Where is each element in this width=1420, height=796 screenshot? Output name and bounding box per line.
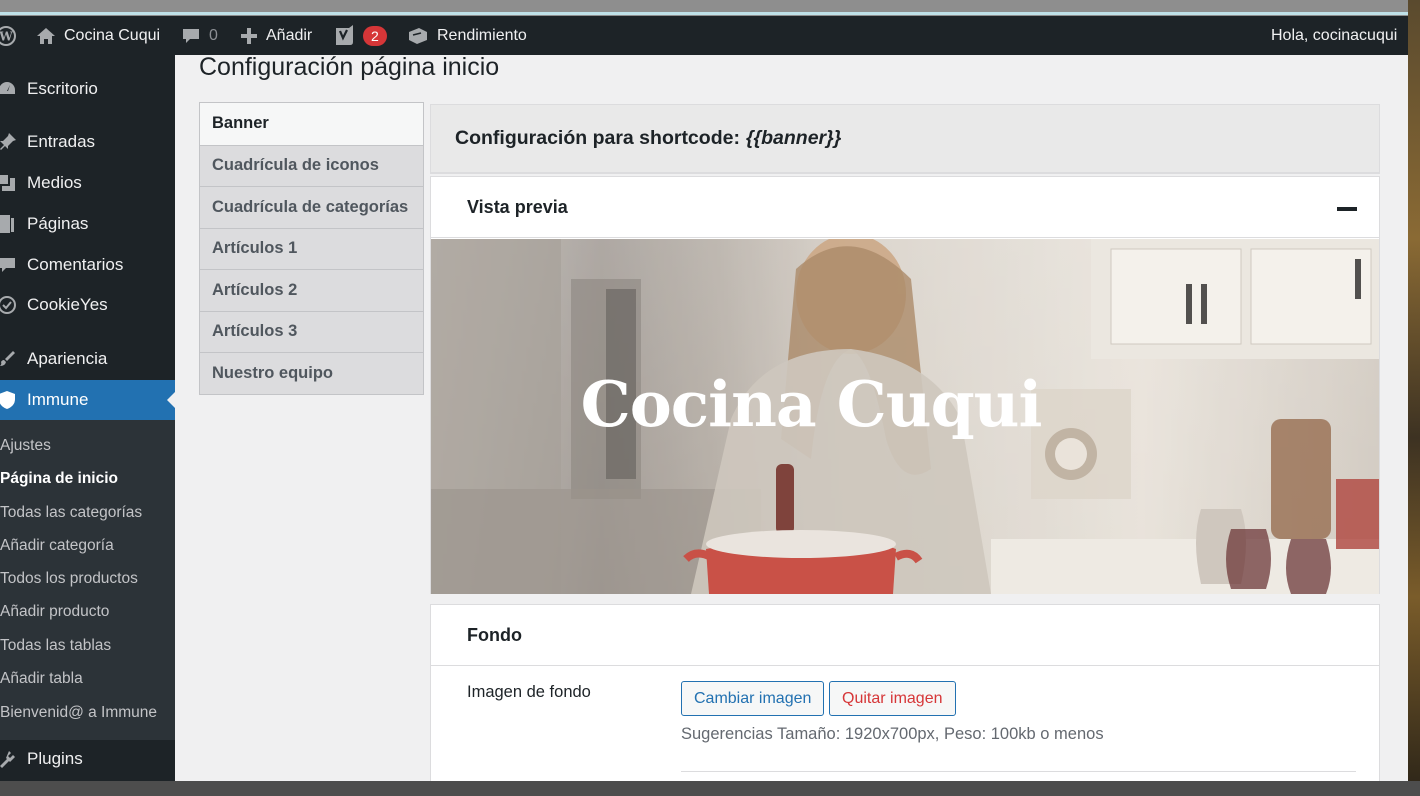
submenu-bienvenida[interactable]: Bienvenid@ a Immune [0, 704, 157, 722]
image-hint: Sugerencias Tamaño: 1920x700px, Peso: 10… [681, 725, 1104, 743]
sidebar-item-label: Apariencia [27, 349, 108, 368]
sidebar-item-paginas[interactable]: Páginas [0, 204, 175, 244]
yoast-icon [336, 24, 353, 45]
desktop-background [1408, 0, 1420, 796]
main-content: Configuración página inicio Banner Cuadr… [175, 55, 1408, 781]
plus-icon [241, 27, 257, 44]
media-icon [0, 173, 18, 193]
cookie-icon [0, 295, 18, 315]
submenu-todas-las-categorias[interactable]: Todas las categorías [0, 504, 142, 522]
pin-icon [0, 132, 18, 152]
wordpress-logo-icon[interactable]: W [0, 16, 16, 55]
submenu-todas-las-tablas[interactable]: Todas las tablas [0, 637, 111, 655]
tab-nuestro-equipo[interactable]: Nuestro equipo [200, 352, 423, 394]
submenu-anadir-categoria[interactable]: Añadir categoría [0, 537, 114, 555]
preview-section: Vista previa Cocina Cuqui [430, 176, 1380, 594]
background-section: Fondo Imagen de fondo Cambiar imagen Qui… [430, 604, 1380, 781]
sidebar-item-plugins[interactable]: Plugins [0, 739, 175, 779]
site-name-link[interactable]: Cocina Cuqui [36, 16, 160, 55]
brush-icon [0, 349, 18, 369]
sidebar-item-medios[interactable]: Medios [0, 163, 175, 203]
performance-label: Rendimiento [437, 26, 527, 44]
sidebar-item-label: Páginas [27, 214, 89, 233]
change-image-button[interactable]: Cambiar imagen [681, 681, 825, 716]
comments-link[interactable]: 0 [181, 16, 218, 55]
tab-articulos-3[interactable]: Artículos 3 [200, 310, 423, 352]
submenu-anadir-tabla[interactable]: Añadir tabla [0, 670, 83, 688]
page-title: Configuración página inicio [199, 55, 500, 81]
submenu-todos-los-productos[interactable]: Todos los productos [0, 570, 138, 588]
tab-cuadricula-iconos[interactable]: Cuadrícula de iconos [200, 144, 423, 186]
shortcode-name: {{banner}} [745, 127, 842, 149]
sidebar-item-label: Comentarios [27, 255, 124, 274]
add-new-link[interactable]: Añadir [240, 16, 312, 55]
submenu-pagina-de-inicio[interactable]: Página de inicio [0, 470, 118, 488]
sidebar-item-label: Medios [27, 173, 82, 192]
background-label: Fondo [467, 624, 522, 645]
field-divider [681, 771, 1356, 772]
preview-heading: Vista previa [431, 177, 1379, 238]
desktop-bottom-strip [0, 781, 1420, 796]
submenu-ajustes[interactable]: Ajustes [0, 437, 51, 455]
sidebar-item-label: CookieYes [27, 295, 108, 314]
panel-heading: Configuración para shortcode: {{banner}} [430, 104, 1380, 174]
sidebar-item-entradas[interactable]: Entradas [0, 122, 175, 162]
background-heading: Fondo [431, 605, 1379, 666]
sidebar-item-apariencia[interactable]: Apariencia [0, 339, 175, 379]
sidebar-item-escritorio[interactable]: Escritorio [0, 69, 175, 109]
panel-heading-prefix: Configuración para shortcode: [455, 127, 740, 149]
add-label: Añadir [266, 26, 313, 44]
tab-cuadricula-categorias[interactable]: Cuadrícula de categorías [200, 186, 423, 228]
performance-icon [409, 27, 427, 44]
account-menu[interactable]: Hola, cocinacuqui [1271, 16, 1397, 55]
shield-icon [0, 390, 18, 410]
yoast-menu[interactable]: 2 [333, 16, 387, 55]
plugin-icon [0, 749, 18, 769]
tab-articulos-1[interactable]: Artículos 1 [200, 227, 423, 269]
svg-text:W: W [0, 29, 13, 43]
banner-title: Cocina Cuqui [580, 367, 1043, 441]
sidebar-item-immune[interactable]: Immune [0, 380, 175, 420]
performance-link[interactable]: Rendimiento [407, 16, 527, 55]
background-image-label: Imagen de fondo [467, 683, 591, 701]
banner-settings-panel: Configuración para shortcode: {{banner}}… [430, 104, 1380, 781]
sidebar-item-comentarios[interactable]: Comentarios [0, 245, 175, 285]
greeting: Hola, cocinacuqui [1271, 26, 1398, 44]
immune-submenu: Ajustes Página de inicio Todas las categ… [0, 420, 175, 740]
page-icon [0, 214, 18, 234]
sidebar-item-label: Immune [27, 390, 89, 409]
collapse-icon[interactable] [1337, 199, 1357, 219]
site-name: Cocina Cuqui [64, 26, 161, 44]
remove-image-button[interactable]: Quitar imagen [829, 681, 956, 716]
banner-preview-image: Cocina Cuqui [431, 239, 1379, 594]
tab-articulos-2[interactable]: Artículos 2 [200, 269, 423, 311]
comments-count: 0 [209, 26, 218, 44]
section-tabs: Banner Cuadrícula de iconos Cuadrícula d… [199, 102, 424, 395]
comment-icon [183, 28, 199, 43]
sidebar-item-label: Entradas [27, 132, 96, 151]
tab-banner[interactable]: Banner [200, 103, 423, 145]
admin-sidebar: Escritorio Entradas Medios Páginas Comen… [0, 55, 175, 781]
sidebar-item-cookieyes[interactable]: CookieYes [0, 285, 175, 325]
yoast-badge: 2 [363, 25, 387, 46]
submenu-anadir-producto[interactable]: Añadir producto [0, 603, 109, 621]
preview-label: Vista previa [467, 196, 568, 217]
admin-bar: W Cocina Cuqui 0 Añadir 2 Rendimiento Ho… [0, 16, 1408, 55]
sidebar-item-label: Escritorio [27, 79, 98, 98]
comment-icon [0, 255, 18, 275]
home-icon [37, 27, 55, 44]
desktop-top-strip [0, 0, 1420, 16]
sidebar-item-label: Plugins [27, 749, 83, 768]
dashboard-icon [0, 79, 18, 99]
